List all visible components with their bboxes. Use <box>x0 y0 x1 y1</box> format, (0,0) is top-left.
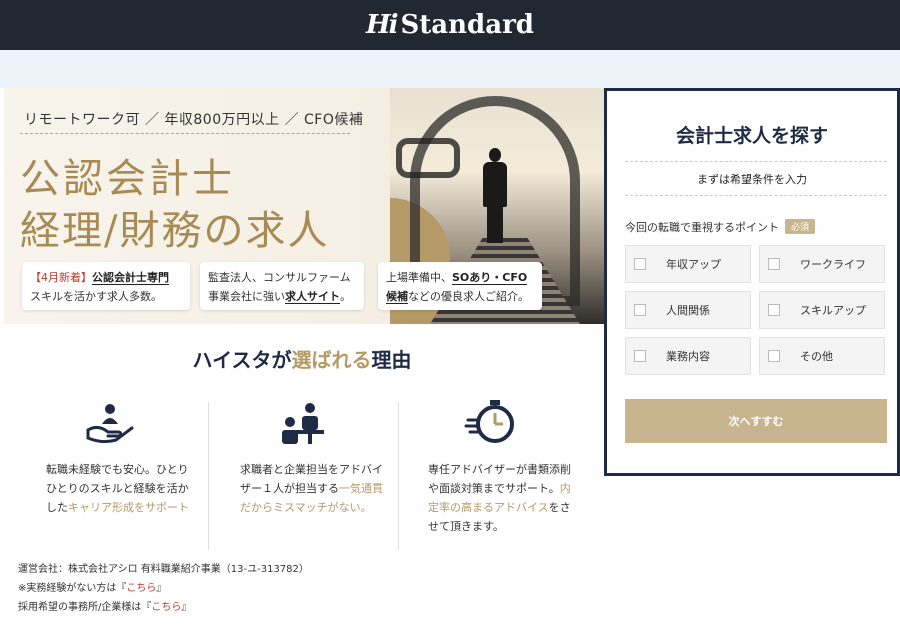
option-salary-up[interactable]: 年収アップ <box>625 245 751 283</box>
employer-note: 採用希望の事務所/企業様は『こちら』 <box>18 598 309 617</box>
footer-info: 運営会社：株式会社アシロ 有料職業紹介事業（13-ユ-313782） ※実務経験… <box>18 560 309 617</box>
required-badge: 必須 <box>785 219 816 234</box>
hero-title-line2: 経理/財務の求人 <box>20 208 330 254</box>
section-divider <box>208 402 209 550</box>
card-bold: 公認会計士専門 <box>92 271 169 285</box>
stopwatch-icon <box>464 400 524 446</box>
logo-text: Standard <box>400 10 534 40</box>
section-divider <box>398 402 399 550</box>
title-text: ハイスタが <box>192 348 292 372</box>
reason-item: 転職未経験でも安心。ひとりひとりのスキルと経験を活かしたキャリア形成をサポート <box>20 400 210 550</box>
checkbox[interactable] <box>634 258 646 270</box>
card-text: 事業会社に強い <box>208 290 285 303</box>
checkbox[interactable] <box>768 350 780 362</box>
checkbox[interactable] <box>768 304 780 316</box>
note-text: ※実務経験がない方は『 <box>18 583 127 594</box>
no-experience-note: ※実務経験がない方は『こちら』 <box>18 579 309 598</box>
next-button[interactable]: 次へすすむ <box>625 399 887 443</box>
header-band <box>0 50 900 88</box>
option-relationships[interactable]: 人間関係 <box>625 291 751 329</box>
advisor-meeting-icon <box>274 400 334 446</box>
panel-divider <box>625 161 887 162</box>
site-header: Hi Standard <box>0 0 900 50</box>
reason-text-body: 専任アドバイザーが書類添削や面談対策までサポート。 <box>428 463 571 495</box>
hero-banner: リモートワーク可 ／ 年収800万円以上 ／ CFO候補 公認会計士 経理/財務… <box>4 88 604 324</box>
card-highlight: 【4月新着】 <box>30 271 92 284</box>
reason-text: 求職者と企業担当をアドバイザー１人が担当する一気通貫だからミスマッチがない。 <box>240 460 390 517</box>
title-highlight: 選ばれる <box>291 348 372 372</box>
hero-tagline: リモートワーク可 ／ 年収800万円以上 ／ CFO候補 <box>24 112 364 128</box>
option-label: ワークライフ <box>800 258 866 271</box>
card-bold: 求人サイト <box>285 290 340 304</box>
note-text: 採用希望の事務所/企業様は『 <box>18 602 152 613</box>
reason-item: 専任アドバイザーが書類添削や面談対策までサポート。内定率の高まるアドバイスをさせ… <box>404 400 594 550</box>
option-label: 年収アップ <box>666 258 721 271</box>
hero-card-new: 【4月新着】公認会計士専門 スキルを活かす求人多数。 <box>22 262 190 310</box>
panel-subtitle: まずは希望条件を入力 <box>697 173 807 186</box>
note-text: 』 <box>181 602 192 613</box>
card-text: スキルを活かす求人多数。 <box>30 290 162 303</box>
panel-divider <box>625 195 887 196</box>
hero-card-ipo: 上場準備中、SOあり・CFO 候補などの優良求人ご紹介。 <box>378 262 542 310</box>
option-label: スキルアップ <box>800 304 866 317</box>
option-job-content[interactable]: 業務内容 <box>625 337 751 375</box>
card-bold: 候補 <box>386 290 408 304</box>
option-other[interactable]: その他 <box>759 337 885 375</box>
option-skill-up[interactable]: スキルアップ <box>759 291 885 329</box>
checkbox[interactable] <box>634 304 646 316</box>
question-label: 今回の転職で重視するポイント 必須 <box>625 219 816 235</box>
hero-card-firms: 監査法人、コンサルファーム 事業会社に強い求人サイト。 <box>200 262 364 310</box>
card-text: 。 <box>340 290 351 303</box>
card-text: などの優良求人ご紹介。 <box>408 290 529 303</box>
checkbox[interactable] <box>634 350 646 362</box>
card-text: 監査法人、コンサルファーム <box>208 271 351 284</box>
option-label: 業務内容 <box>666 350 710 363</box>
option-label: 人間関係 <box>666 304 710 317</box>
tagline-divider <box>20 133 350 134</box>
checkbox[interactable] <box>768 258 780 270</box>
question-text: 今回の転職で重視するポイント <box>625 221 779 234</box>
panel-title: 会計士求人を探す <box>675 125 828 147</box>
company-info: 運営会社：株式会社アシロ 有料職業紹介事業（13-ユ-313782） <box>18 564 309 575</box>
hand-care-icon <box>80 400 140 446</box>
card-text: 上場準備中、 <box>386 271 452 284</box>
note-text: 』 <box>156 583 167 594</box>
no-experience-link[interactable]: こちら <box>126 583 156 594</box>
job-search-panel: 会計士求人を探す まずは希望条件を入力 今回の転職で重視するポイント 必須 年収ア… <box>604 88 900 476</box>
option-work-life[interactable]: ワークライフ <box>759 245 885 283</box>
logo-mark: Hi <box>366 10 398 40</box>
reason-text: 専任アドバイザーが書類添削や面談対策までサポート。内定率の高まるアドバイスをさせ… <box>428 460 578 536</box>
card-bold: SOあり・CFO <box>452 271 528 285</box>
reason-text: 転職未経験でも安心。ひとりひとりのスキルと経験を活かしたキャリア形成をサポート <box>46 460 196 517</box>
employer-link[interactable]: こちら <box>151 602 181 613</box>
hero-title-line1: 公認会計士 <box>20 156 235 202</box>
reason-item: 求職者と企業担当をアドバイザー１人が担当する一気通貫だからミスマッチがない。 <box>214 400 404 550</box>
title-text: 理由 <box>371 348 412 372</box>
why-section-title: ハイスタが選ばれる理由 <box>0 344 604 373</box>
option-label: その他 <box>800 350 833 363</box>
reason-text-highlight: キャリア形成をサポート <box>68 501 189 514</box>
site-logo[interactable]: Hi Standard <box>366 10 534 40</box>
